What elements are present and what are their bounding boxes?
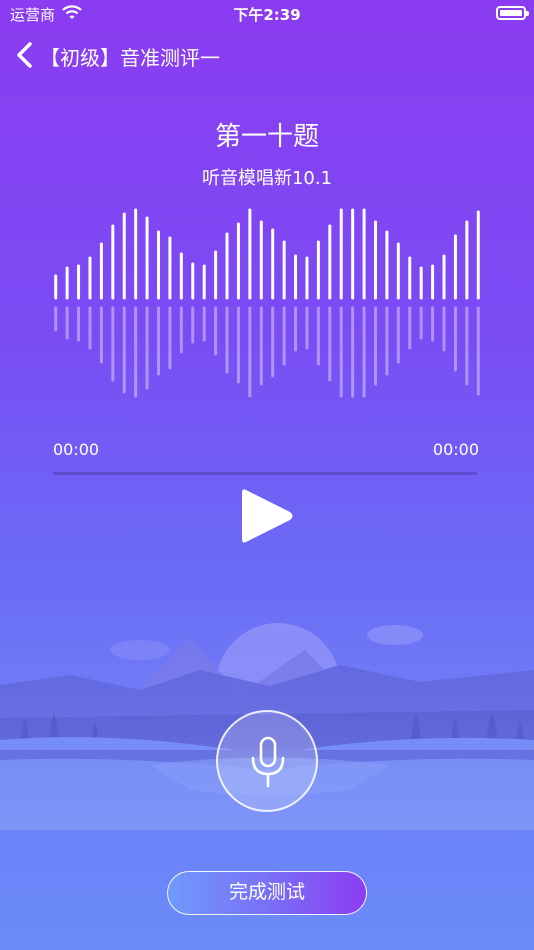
status-bar: 运营商 下午2:39	[0, 0, 534, 28]
nav-bar: 【初级】音准测评一	[0, 38, 534, 72]
clock: 下午2:39	[233, 6, 301, 24]
back-icon[interactable]	[14, 40, 38, 70]
play-button[interactable]	[238, 484, 298, 548]
question-subtitle: 听音模唱新10.1	[201, 168, 333, 189]
play-icon	[242, 489, 293, 543]
battery-icon	[496, 6, 529, 20]
record-button[interactable]	[216, 710, 318, 812]
microphone-icon	[251, 736, 285, 788]
page-title: 【初级】音准测评一	[40, 46, 220, 70]
waveform	[54, 208, 480, 398]
finish-test-button[interactable]: 完成测试	[167, 871, 367, 915]
total-time: 00:00	[432, 440, 479, 459]
question-title: 第一十题	[214, 122, 319, 152]
progress-bar[interactable]	[53, 472, 477, 475]
elapsed-time: 00:00	[53, 440, 100, 459]
